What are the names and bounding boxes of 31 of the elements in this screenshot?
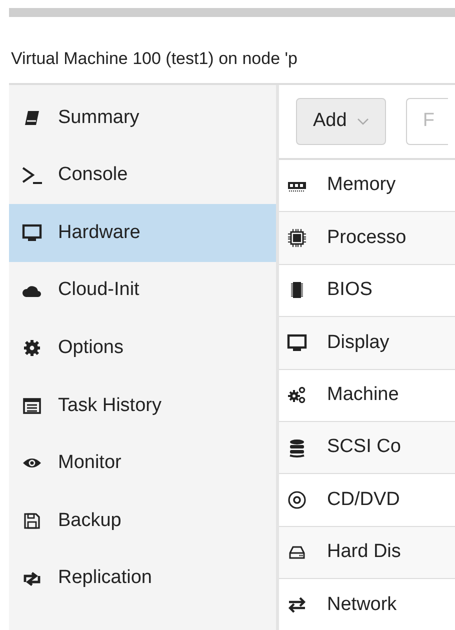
sidebar-item[interactable]: Options	[9, 319, 276, 377]
hardware-item-label: Processo	[327, 226, 406, 250]
sidebar-item[interactable]: Monitor	[9, 434, 276, 492]
hardware-item-label: SCSI Co	[327, 435, 401, 460]
hardware-item-label: Machine	[327, 383, 399, 407]
caret-icon	[356, 118, 369, 126]
hardware-item-label: Memory	[327, 173, 396, 198]
hardware-item-label: Network	[327, 592, 397, 617]
window-title: Virtual Machine 100 (test1) on node 'p	[10, 48, 298, 70]
sidebar-item[interactable]: Cloud-Init	[9, 262, 276, 320]
disc-icon	[287, 490, 307, 510]
hardware-item-label: BIOS	[327, 278, 372, 302]
hardware-item-label: CD/DVD	[327, 488, 400, 512]
sidebar-item[interactable]: Backup	[9, 492, 276, 550]
gear-icon	[22, 338, 42, 358]
gears-icon	[287, 385, 307, 406]
terminal-icon	[22, 165, 42, 186]
database-icon	[287, 438, 307, 458]
list-icon	[22, 396, 42, 416]
hardware-item-label: Hard Dis	[327, 540, 401, 564]
hardware-item-label: Display	[327, 330, 390, 355]
monitor-icon	[22, 222, 42, 243]
sidebar-item[interactable]: Replication	[9, 550, 276, 608]
monitor-icon	[287, 332, 307, 353]
exchange-arrows-icon	[287, 594, 307, 615]
add-menu-button[interactable]: Add	[296, 98, 386, 145]
cpu-chip-icon	[287, 228, 307, 248]
sidebar-item[interactable]: Task History	[9, 376, 276, 435]
sidebar-item[interactable]: Hardware	[9, 204, 276, 262]
sidebar-item[interactable]: Summary	[9, 89, 276, 147]
sidebar-item[interactable]: Console	[9, 146, 276, 204]
